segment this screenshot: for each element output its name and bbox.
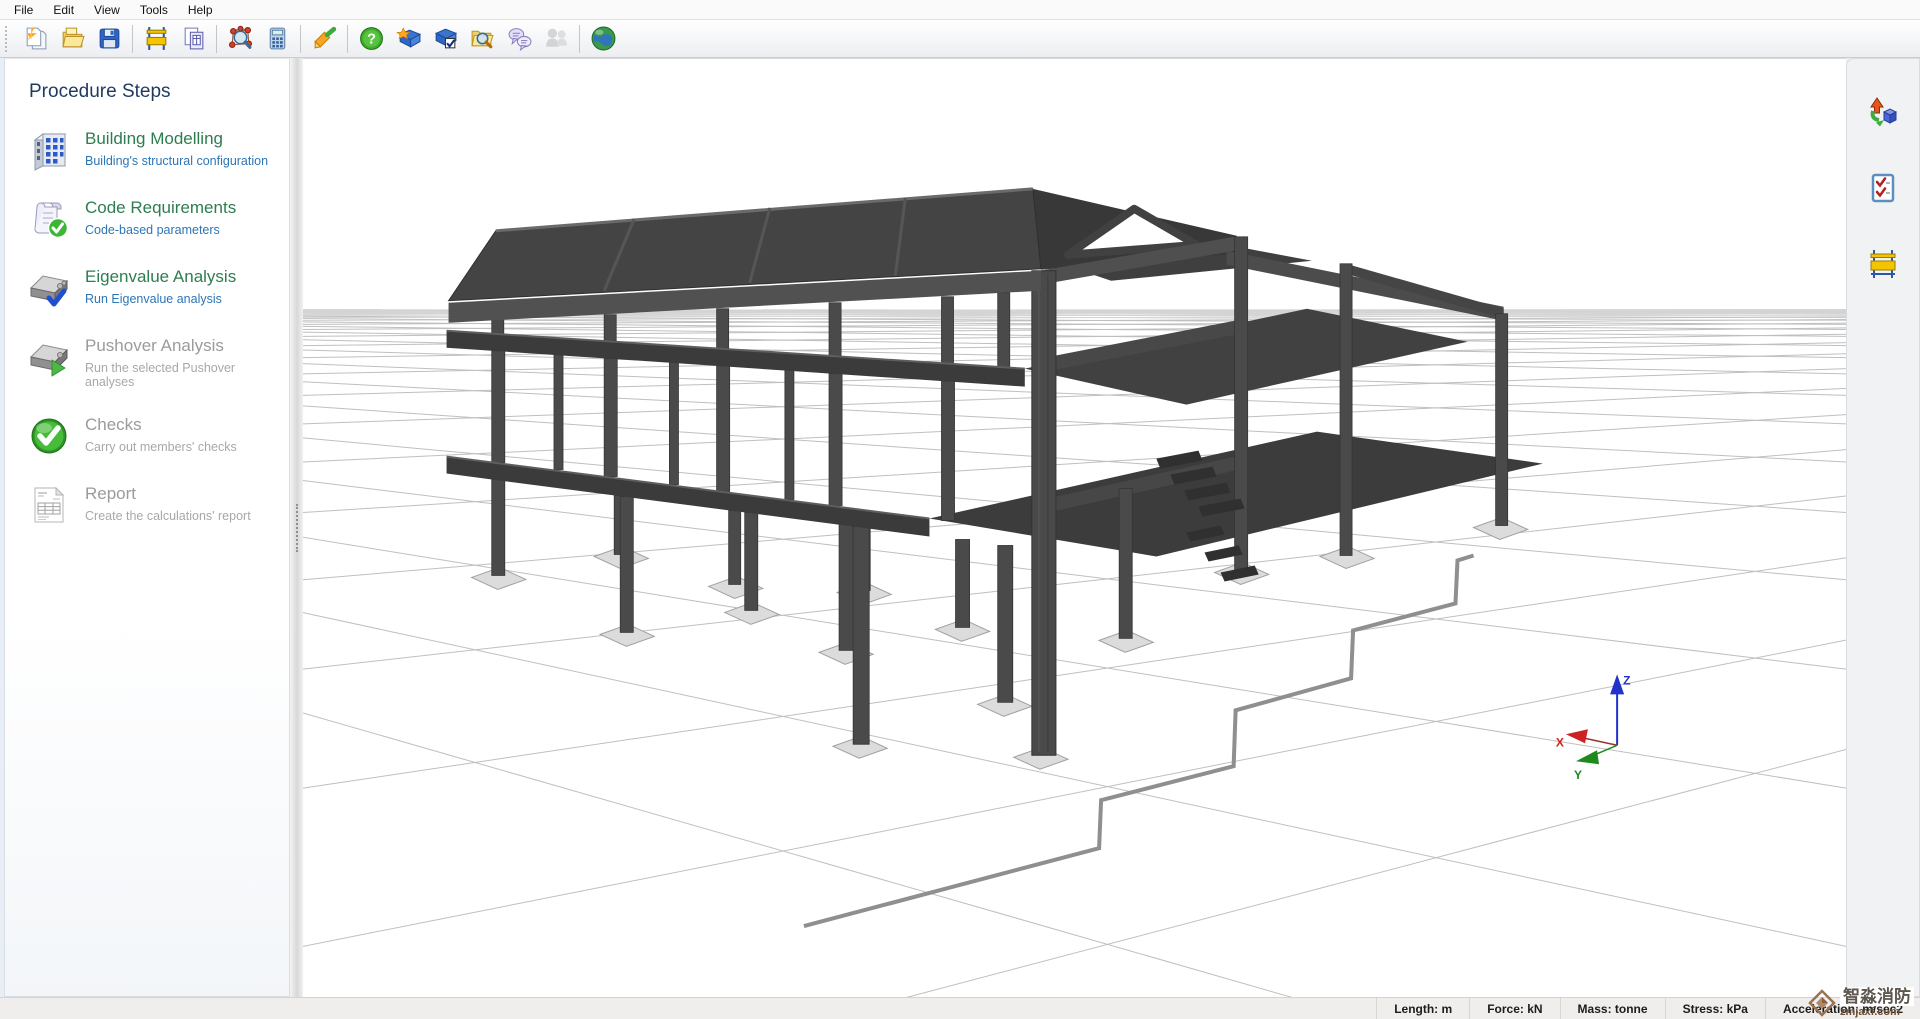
main-toolbar: ?: [0, 20, 1920, 58]
step-title: Code Requirements: [85, 198, 236, 218]
step-pushover-analysis[interactable]: Pushover Analysis Run the selected Pusho…: [27, 335, 281, 389]
step-title: Report: [85, 484, 251, 504]
step-report[interactable]: Report Create the calculations' report: [27, 483, 281, 527]
svg-text:?: ?: [367, 32, 376, 48]
view-displacement-cube-icon: [1866, 95, 1900, 129]
verification-book-button[interactable]: [427, 22, 463, 55]
run-checklist-button[interactable]: [1864, 169, 1902, 207]
toolbar-separator: [579, 25, 580, 53]
toolbar-separator: [300, 25, 301, 53]
step-eigenvalue-analysis[interactable]: Eigenvalue Analysis Run Eigenvalue analy…: [27, 266, 281, 310]
step-subtitle: Run Eigenvalue analysis: [85, 292, 236, 306]
status-mass-unit: Mass: tonne: [1560, 998, 1665, 1019]
print-preview-button[interactable]: [175, 22, 211, 55]
open-folder-icon: [59, 25, 86, 52]
toolbar-grip[interactable]: [5, 26, 11, 52]
step-subtitle: Create the calculations' report: [85, 509, 251, 523]
feedback-comments-icon: [506, 25, 533, 52]
run-checklist-icon: [1866, 171, 1900, 205]
toolbar-separator: [347, 25, 348, 53]
help-icon: ?: [358, 25, 385, 52]
calculator-icon: [264, 25, 291, 52]
main-3d-viewport[interactable]: Z X Y: [303, 58, 1846, 997]
toolbar-separator: [132, 25, 133, 53]
status-acceleration-unit: Acceleration: m/sec2: [1765, 998, 1920, 1019]
splitter-grip-dots: [296, 504, 298, 552]
menu-view[interactable]: View: [84, 1, 130, 19]
axis-triad: Z X Y: [1556, 673, 1631, 782]
menu-bar: File Edit View Tools Help: [0, 0, 1920, 20]
menu-help[interactable]: Help: [178, 1, 223, 19]
code-scroll-icon: [27, 197, 71, 241]
new-document-button[interactable]: [17, 22, 53, 55]
axis-x-label: X: [1556, 735, 1564, 749]
frame-view-button[interactable]: [138, 22, 174, 55]
checks-icon: [27, 414, 71, 458]
help-button[interactable]: ?: [353, 22, 389, 55]
step-subtitle: Carry out members' checks: [85, 440, 237, 454]
menu-edit[interactable]: Edit: [43, 1, 84, 19]
3d-scene: Z X Y: [303, 59, 1846, 997]
pushover-beam-icon: [27, 335, 71, 379]
open-folder-button[interactable]: [54, 22, 90, 55]
eigenvalue-beam-icon: [27, 266, 71, 310]
support-disabled-icon: [543, 25, 570, 52]
paint-brush-icon: [311, 25, 338, 52]
manual-book-button[interactable]: [390, 22, 426, 55]
status-length-unit: Length: m: [1376, 998, 1469, 1019]
procedure-steps-panel: Procedure Steps Building Modelling Build…: [4, 58, 290, 997]
status-force-unit: Force: kN: [1469, 998, 1559, 1019]
report-icon: [27, 483, 71, 527]
step-title: Checks: [85, 415, 237, 435]
sidebar-title: Procedure Steps: [29, 81, 281, 103]
frame-view-icon: [143, 25, 170, 52]
view-displacement-button[interactable]: [1864, 93, 1902, 131]
right-toolbar: [1846, 58, 1920, 997]
save-icon: [96, 25, 123, 52]
website-globe-icon: [590, 25, 617, 52]
step-title: Building Modelling: [85, 129, 268, 149]
step-checks[interactable]: Checks Carry out members' checks: [27, 414, 281, 458]
model-3d-search-icon: [227, 25, 254, 52]
ground-grid: [303, 310, 1846, 997]
main-area: Procedure Steps Building Modelling Build…: [0, 58, 1920, 997]
building-icon: [27, 128, 71, 172]
website-globe-button[interactable]: [585, 22, 621, 55]
model-3d-search-button[interactable]: [222, 22, 258, 55]
step-code-requirements[interactable]: Code Requirements Code-based parameters: [27, 197, 281, 241]
status-bar: Length: m Force: kN Mass: tonne Stress: …: [0, 997, 1920, 1019]
toolbar-separator: [216, 25, 217, 53]
status-stress-unit: Stress: kPa: [1665, 998, 1765, 1019]
examples-search-button[interactable]: [464, 22, 500, 55]
save-button[interactable]: [91, 22, 127, 55]
axis-y-label: Y: [1574, 768, 1582, 782]
step-subtitle: Run the selected Pushover analyses: [85, 361, 281, 389]
step-building-modelling[interactable]: Building Modelling Building's structural…: [27, 128, 281, 172]
frame-element-button[interactable]: [1864, 245, 1902, 283]
manual-book-icon: [395, 25, 422, 52]
axis-z-label: Z: [1623, 673, 1630, 687]
new-document-icon: [22, 25, 49, 52]
calculator-button[interactable]: [259, 22, 295, 55]
step-title: Eigenvalue Analysis: [85, 267, 236, 287]
panel-splitter[interactable]: [290, 58, 303, 997]
examples-search-icon: [469, 25, 496, 52]
frame-element-icon: [1866, 247, 1900, 281]
step-subtitle: Code-based parameters: [85, 223, 236, 237]
support-button[interactable]: [538, 22, 574, 55]
menu-file[interactable]: File: [4, 1, 43, 19]
verification-book-icon: [432, 25, 459, 52]
menu-tools[interactable]: Tools: [130, 1, 178, 19]
step-title: Pushover Analysis: [85, 336, 281, 356]
paint-brush-button[interactable]: [306, 22, 342, 55]
building-model: [447, 189, 1543, 926]
step-subtitle: Building's structural configuration: [85, 154, 268, 168]
feedback-comments-button[interactable]: [501, 22, 537, 55]
print-preview-icon: [180, 25, 207, 52]
